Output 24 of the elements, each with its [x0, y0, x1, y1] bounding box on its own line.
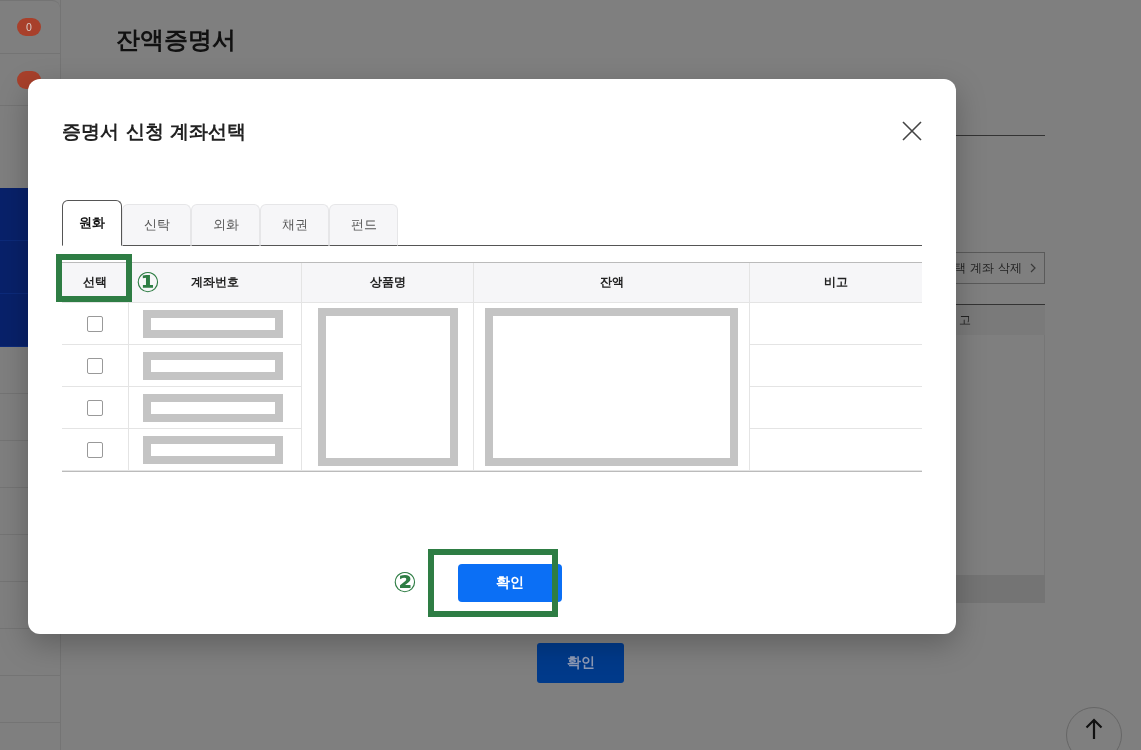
dialog-title: 증명서 신청 계좌선택 — [62, 119, 247, 144]
column-header: 상품명 — [301, 263, 473, 303]
arrow-up-icon — [1085, 718, 1103, 740]
confirm-button[interactable]: 확인 — [537, 643, 624, 683]
scroll-top-button[interactable] — [1066, 707, 1122, 750]
close-icon[interactable] — [902, 121, 922, 141]
confirm-button[interactable]: 확인 — [458, 564, 562, 602]
tab[interactable]: 펀드 — [329, 204, 398, 246]
count-badge: 0 — [17, 18, 41, 36]
chevron-right-icon — [1030, 263, 1036, 273]
checkbox[interactable] — [87, 357, 103, 374]
column-header: 잔액 — [473, 263, 749, 303]
checkbox[interactable] — [87, 315, 103, 332]
column-header: 고 — [959, 311, 971, 329]
step-number: ② — [393, 568, 417, 598]
tab[interactable]: 채권 — [260, 204, 329, 246]
column-header: 비고 — [749, 263, 922, 303]
page-title: 잔액증명서 — [116, 25, 237, 56]
tab[interactable]: 원화 — [62, 200, 122, 246]
checkbox[interactable] — [87, 399, 103, 416]
tab[interactable]: 외화 — [191, 204, 260, 246]
checkbox[interactable] — [87, 441, 103, 458]
tab[interactable]: 신탁 — [122, 204, 191, 246]
step-number: ① — [136, 268, 160, 298]
